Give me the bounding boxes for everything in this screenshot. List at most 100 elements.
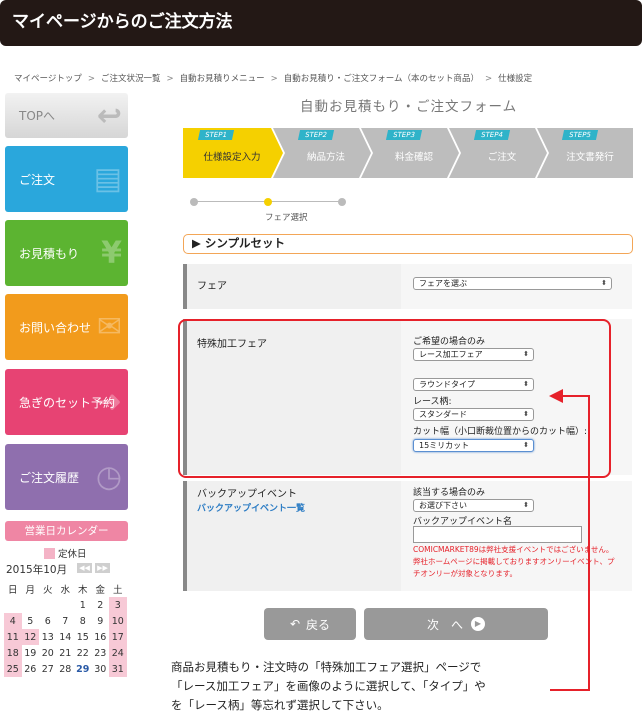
select-arrows-icon: ⬍ (601, 279, 607, 287)
fair-field: フェアを選ぶ ⬍ (401, 264, 632, 309)
calendar-week: 1 2 3 (4, 597, 127, 613)
step-1: STEP1 仕様設定入力 (183, 128, 281, 178)
callout-line-horizontal (560, 395, 590, 397)
highlight-box (178, 319, 611, 478)
calendar-day-holiday: 18 (4, 645, 22, 661)
backup-event-row: バックアップイベント バックアップイベント一覧 該当する場合のみ お選び下さい ⬍… (183, 481, 632, 591)
clock-icon: ◷ (95, 459, 122, 495)
select-arrows-icon: ⬍ (523, 501, 529, 509)
step-label: 注文書発行 (566, 152, 614, 163)
calendar-day: 21 (59, 647, 72, 659)
calendar-day: 14 (59, 631, 72, 643)
calendar-day: 9 (97, 615, 104, 627)
calendar-day-holiday: 24 (109, 645, 127, 661)
calendar-day (57, 597, 75, 613)
calendar-day (22, 597, 40, 613)
step-label: ご注文 (487, 152, 517, 163)
step-tag: STEP3 (385, 130, 422, 140)
weekday: 月 (25, 585, 35, 596)
step-4: STEP4 ご注文 (459, 128, 545, 178)
step-indicator: STEP1 仕様設定入力 STEP2 納品方法 STEP3 料金確認 STEP4… (183, 128, 633, 178)
calendar-week: 18 19 20 21 22 23 24 (4, 645, 127, 661)
sidebar-quote-button[interactable]: お見積もり ¥ (5, 220, 128, 286)
sidebar-top-button[interactable]: TOPへ ↩ (5, 93, 128, 138)
instruction-line: 商品お見積もり・注文時の「特殊加工フェア選択」ページで (171, 660, 482, 674)
calendar-day: 19 (24, 647, 37, 659)
calendar-week: 11 12 13 14 15 16 17 (4, 629, 127, 645)
next-button-label: 次 へ (426, 617, 463, 632)
calendar-day: 23 (94, 647, 107, 659)
calendar-day-holiday: 11 (4, 629, 22, 645)
breadcrumb-item[interactable]: 自動お見積りメニュー (180, 74, 265, 84)
calendar-weekday-row: 日 月 火 水 木 金 土 (4, 581, 127, 597)
calendar-grid: 日 月 火 水 木 金 土 1 2 3 4 5 6 7 8 9 10 11 12… (4, 581, 127, 677)
calendar-prev-button[interactable]: ◀◀ (77, 563, 92, 573)
calendar-day-holiday: 10 (109, 613, 127, 629)
weekday: 日 (7, 585, 18, 596)
return-arrow-icon: ↶ (289, 617, 301, 631)
calendar-day: 16 (94, 631, 107, 643)
calendar-day-holiday: 25 (4, 661, 22, 677)
back-button[interactable]: ↶ 戻る (264, 608, 356, 640)
calendar-day (39, 597, 57, 613)
calendar-day-holiday: 31 (109, 661, 127, 677)
calendar-month: 2015年10月 (6, 564, 68, 576)
breadcrumb-separator: > (87, 74, 95, 84)
sidebar-history-button[interactable]: ご注文履歴 ◷ (5, 444, 128, 510)
calendar-day: 7 (62, 615, 69, 627)
fair-select[interactable]: フェアを選ぶ ⬍ (413, 277, 612, 290)
calendar-day-holiday: 17 (109, 629, 127, 645)
calendar-day: 20 (41, 647, 54, 659)
arrow-right-icon: ➜ (96, 384, 122, 420)
backup-event-select[interactable]: お選び下さい ⬍ (413, 499, 534, 512)
weekday: 木 (77, 585, 88, 596)
return-arrow-icon: ↩ (96, 98, 122, 133)
step-tag: STEP5 (561, 130, 598, 140)
calendar-week: 25 26 27 28 29 30 31 (4, 661, 127, 677)
calendar-day-holiday: 12 (21, 629, 39, 645)
calendar-day-holiday: 4 (4, 613, 22, 629)
calendar-next-button[interactable]: ▶▶ (95, 563, 110, 573)
progress-dot (190, 198, 198, 206)
yen-icon: ¥ (101, 235, 122, 271)
calendar-week: 4 5 6 7 8 9 10 (4, 613, 127, 629)
weekday: 火 (42, 585, 53, 596)
backup-event-list-link[interactable]: バックアップイベント一覧 (197, 501, 305, 514)
sidebar-quote-label: お見積もり (19, 246, 80, 261)
sidebar-order-label: ご注文 (19, 172, 56, 187)
step-tag: STEP2 (297, 130, 334, 140)
calendar-day: 30 (94, 663, 107, 675)
backup-event-field: 該当する場合のみ お選び下さい ⬍ バックアップイベント名 COMICMARKET… (401, 481, 632, 591)
mail-icon: ✉ (96, 309, 122, 345)
arrowhead-shape (549, 389, 563, 403)
next-button[interactable]: 次 へ ▶ (364, 608, 548, 640)
step-3: STEP3 料金確認 (371, 128, 457, 178)
calendar-day: 13 (41, 631, 54, 643)
backup-event-label: バックアップイベント (197, 489, 297, 500)
breadcrumb-item[interactable]: ご注文状況一覧 (101, 74, 161, 84)
sidebar-inquiry-label: お問い合わせ (19, 320, 92, 335)
backup-name-input[interactable] (413, 526, 582, 543)
fair-select-value: フェアを選ぶ (419, 279, 467, 288)
breadcrumb: マイページトップ > ご注文状況一覧 > 自動お見積りメニュー > 自動お見積り・ご注文フォ… (14, 72, 532, 84)
calendar-day: 6 (44, 615, 51, 627)
breadcrumb-item[interactable]: マイページトップ (14, 74, 82, 84)
document-icon: ▤ (93, 161, 122, 197)
step-tag: STEP1 (197, 130, 234, 140)
fair-row: フェア フェアを選ぶ ⬍ (183, 264, 632, 309)
breadcrumb-current: 仕様設定 (498, 74, 533, 84)
progress-label: フェア選択 (265, 213, 308, 223)
calendar-legend: 定休日 (44, 546, 87, 560)
calendar-day (4, 597, 22, 613)
breadcrumb-separator: > (166, 74, 174, 84)
calendar-day-today: 29 (76, 663, 90, 675)
form-title: 自動お見積もり・ご注文フォーム (300, 99, 518, 115)
sidebar-order-button[interactable]: ご注文 ▤ (5, 146, 128, 212)
instruction-line: 「レース加工フェア」を画像のように選択して、「タイプ」や (171, 679, 486, 693)
sidebar-inquiry-button[interactable]: お問い合わせ ✉ (5, 294, 128, 360)
breadcrumb-item[interactable]: 自動お見積り・ご注文フォーム（本のセット商品） (284, 74, 479, 84)
sidebar-history-label: ご注文履歴 (19, 470, 80, 485)
sidebar-urgent-button[interactable]: 急ぎのセット予約 ➜ (5, 369, 128, 435)
callout-arrowhead-icon (549, 389, 563, 403)
step-tag: STEP4 (473, 130, 510, 140)
